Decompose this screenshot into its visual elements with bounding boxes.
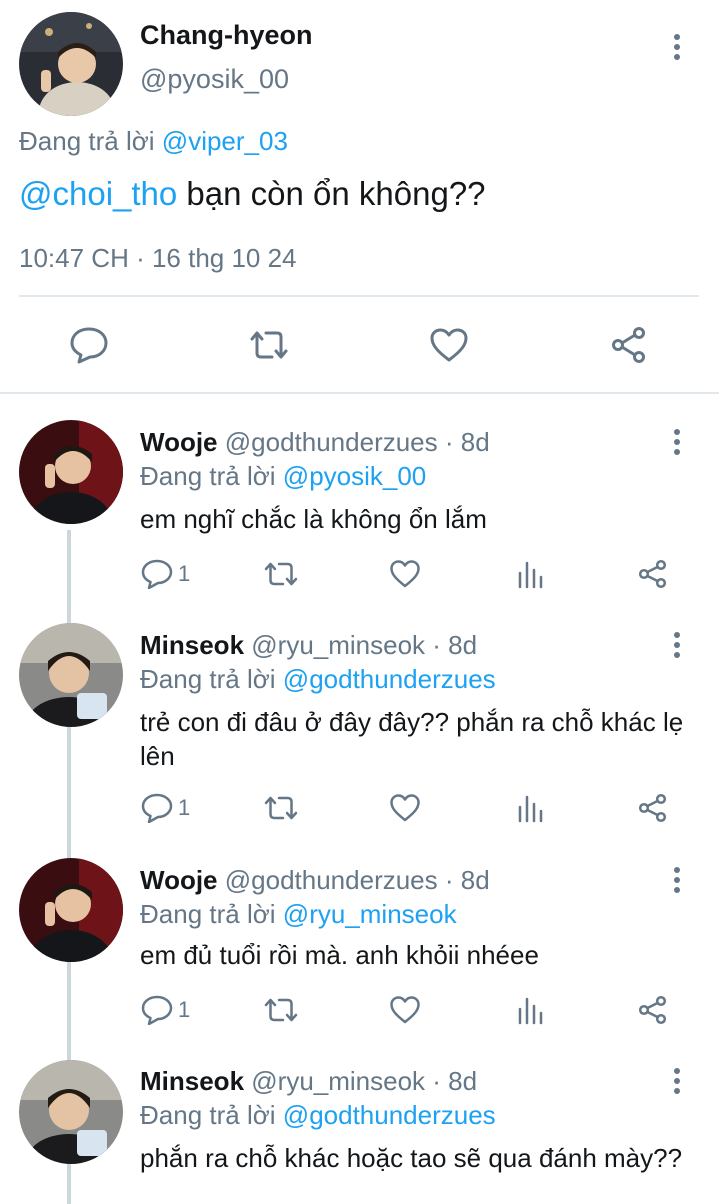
reply-header: Wooje @godthunderzues · 8d [140,865,490,896]
reply-icon[interactable] [140,558,174,590]
share-icon[interactable] [636,994,670,1026]
reply-icon[interactable] [140,792,174,824]
reply-context-prefix: Đang trả lời [140,461,276,491]
avatar[interactable] [19,12,123,116]
avatar[interactable] [19,858,123,962]
divider [0,392,719,394]
reply-to-link[interactable]: @viper_03 [162,126,288,156]
reply-context: Đang trả lời @viper_03 [19,126,288,157]
reply-context-prefix: Đang trả lời [140,899,276,929]
reply-to-link[interactable]: @pyosik_00 [283,461,426,491]
reply-to-link[interactable]: @godthunderzues [283,664,496,694]
more-options-icon[interactable] [665,32,689,62]
share-icon[interactable] [608,325,650,365]
author-handle[interactable]: @pyosik_00 [140,64,289,95]
reply-header: Wooje @godthunderzues · 8d [140,427,490,458]
reply-count: 1 [178,561,191,586]
author-handle[interactable]: @ryu_minseok [251,1066,425,1096]
reply-context: Đang trả lời @ryu_minseok [140,899,457,930]
retweet-icon[interactable] [262,994,300,1026]
author-name[interactable]: Minseok [140,630,244,660]
like-icon[interactable] [388,994,422,1026]
tweet-text: @choi_tho bạn còn ổn không?? [19,175,486,213]
tweet-text: trẻ con đi đâu ở đây đây?? phắn ra chỗ k… [140,707,684,771]
divider [19,295,699,297]
retweet-icon[interactable] [262,792,300,824]
reply-context-prefix: Đang trả lời [140,664,276,694]
analytics-icon[interactable] [514,792,546,824]
author-handle[interactable]: @godthunderzues [225,865,438,895]
avatar[interactable] [19,1060,123,1164]
analytics-icon[interactable] [514,994,546,1026]
reply-context-prefix: Đang trả lời [19,126,155,156]
reply-icon[interactable] [140,994,174,1026]
reply-header: Minseok @ryu_minseok · 8d [140,1066,477,1097]
tweet-age: · 8d [432,630,478,660]
tweet-age: · 8d [444,427,490,457]
author-handle[interactable]: @godthunderzues [225,427,438,457]
author-name[interactable]: Wooje [140,865,218,895]
author-name[interactable]: Chang-hyeon [140,20,313,51]
reply-to-link[interactable]: @ryu_minseok [283,899,457,929]
avatar[interactable] [19,420,123,524]
more-options-icon[interactable] [665,865,689,895]
retweet-icon[interactable] [246,325,292,365]
reply-header: Minseok @ryu_minseok · 8d [140,630,477,661]
more-options-icon[interactable] [665,630,689,660]
reply-count: 1 [178,997,191,1022]
share-icon[interactable] [636,558,670,590]
reply-count: 1 [178,795,191,820]
reply-icon[interactable] [66,325,112,365]
avatar[interactable] [19,623,123,727]
more-options-icon[interactable] [665,427,689,457]
more-options-icon[interactable] [665,1066,689,1096]
tweet-age: · 8d [432,1066,478,1096]
author-name[interactable]: Minseok [140,1066,244,1096]
reply-to-link[interactable]: @godthunderzues [283,1100,496,1130]
reply-context: Đang trả lời @pyosik_00 [140,461,426,492]
reply-context: Đang trả lời @godthunderzues [140,1100,496,1131]
retweet-icon[interactable] [262,558,300,590]
like-icon[interactable] [428,325,470,365]
like-icon[interactable] [388,558,422,590]
tweet-text: em đủ tuổi rồi mà. anh khỏii nhéee [140,940,539,970]
share-icon[interactable] [636,792,670,824]
like-icon[interactable] [388,792,422,824]
author-name[interactable]: Wooje [140,427,218,457]
tweet-text: phắn ra chỗ khác hoặc tao sẽ qua đánh mà… [140,1143,683,1173]
analytics-icon[interactable] [514,558,546,590]
reply-context-prefix: Đang trả lời [140,1100,276,1130]
tweet-timestamp[interactable]: 10:47 CH · 16 thg 10 24 [19,243,297,274]
tweet-text: em nghĩ chắc là không ổn lắm [140,504,487,534]
author-handle[interactable]: @ryu_minseok [251,630,425,660]
mention-link[interactable]: @choi_tho [19,175,177,212]
reply-context: Đang trả lời @godthunderzues [140,664,496,695]
tweet-age: · 8d [444,865,490,895]
tweet-body: bạn còn ổn không?? [177,175,486,212]
